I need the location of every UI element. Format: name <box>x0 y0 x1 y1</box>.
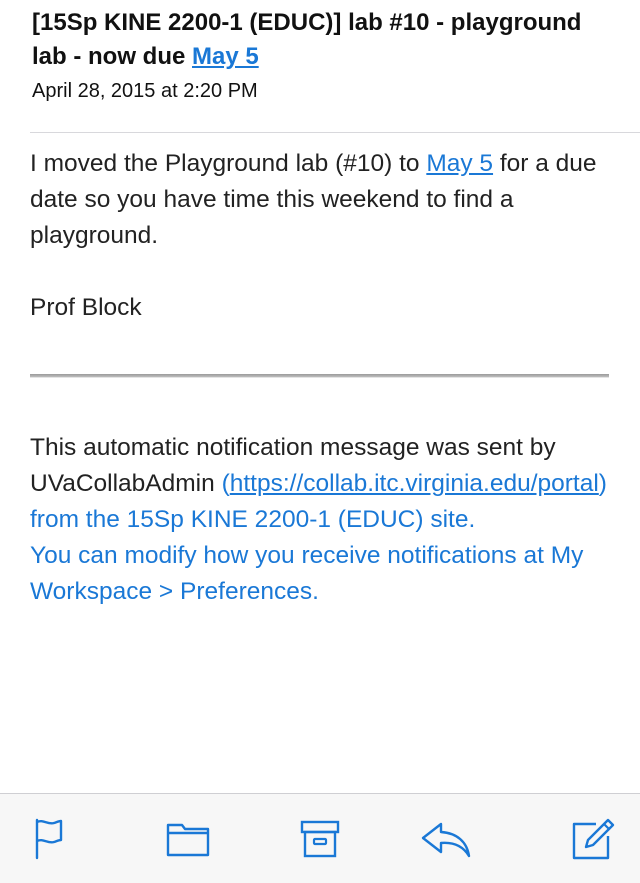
folder-icon <box>164 819 212 859</box>
footer-divider <box>30 374 609 378</box>
flag-button[interactable] <box>22 814 74 864</box>
archive-button[interactable] <box>294 814 346 864</box>
reply-button[interactable] <box>420 814 472 864</box>
email-signature: Prof Block <box>30 294 142 321</box>
compose-icon <box>568 816 616 862</box>
email-subject: [15Sp KINE 2200-1 (EDUC)] lab #10 - play… <box>32 6 622 74</box>
flag-icon <box>28 816 68 862</box>
email-body: I moved the Playground lab (#10) to May … <box>30 146 620 254</box>
email-date: April 28, 2015 at 2:20 PM <box>32 80 258 102</box>
reply-icon <box>419 818 473 860</box>
portal-link[interactable]: https://collab.itc.virginia.edu/portal <box>230 470 599 497</box>
move-button[interactable] <box>162 814 214 864</box>
footer-paren: ( <box>221 470 230 497</box>
header-divider <box>30 132 640 133</box>
body-date-link[interactable]: May 5 <box>426 150 493 177</box>
subject-date-link[interactable]: May 5 <box>192 43 259 70</box>
subject-text: [15Sp KINE 2200-1 (EDUC)] lab #10 - play… <box>32 9 582 70</box>
archive-icon <box>298 818 342 860</box>
email-header: [15Sp KINE 2200-1 (EDUC)] lab #10 - play… <box>32 6 622 104</box>
compose-button[interactable] <box>566 814 618 864</box>
notification-footer: This automatic notification message was … <box>30 430 630 610</box>
mail-toolbar <box>0 793 640 883</box>
body-text-before: I moved the Playground lab (#10) to <box>30 150 427 177</box>
preferences-note[interactable]: You can modify how you receive notificat… <box>30 542 583 605</box>
